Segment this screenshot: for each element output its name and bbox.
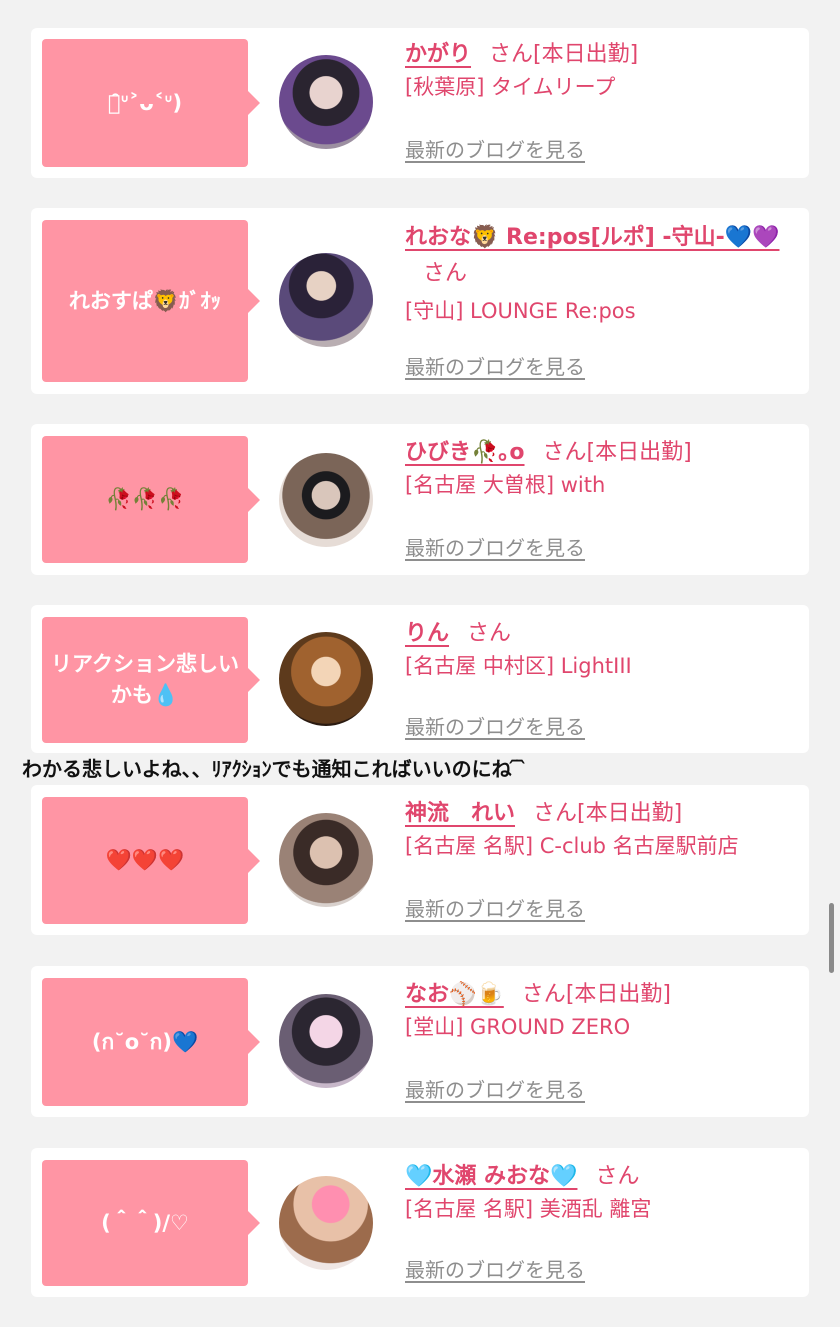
honorific: さん [423, 261, 468, 286]
blog-link[interactable]: 最新のブログを見る [405, 711, 585, 740]
shop-label: [名古屋 大曽根] with [405, 473, 606, 497]
overlay-comment: わかる悲しいよね、、ﾘｱｸｼｮﾝでも通知こればいいのにね ᷇ ᷆ [22, 757, 526, 781]
shop-label: [名古屋 中村区] LightIII [405, 654, 632, 678]
cast-card[interactable]: れおすぱ🦁ｶﾞｵｯ れおな🦁 Re:pos[ルポ] -守山-💙💜 さん [守山] … [31, 208, 809, 394]
avatar[interactable] [279, 813, 373, 907]
shop-label: [名古屋 名駅] 美酒乱 離宮 [405, 1197, 652, 1221]
blog-link[interactable]: 最新のブログを見る [405, 893, 585, 922]
status-badge: [本日出勤] [586, 440, 692, 465]
cast-card[interactable]: ❤️❤️❤️ 神流 れい さん[本日出勤] [名古屋 名駅] C-club 名古屋… [31, 785, 809, 935]
cast-name-link[interactable]: りん [405, 621, 449, 646]
honorific: さん [533, 801, 578, 826]
message-bubble: リアクション悲しいかも💧 [42, 617, 260, 743]
cast-card[interactable]: ﾛ̑ᐡ˃ᴗ˂ᐡ) かがり さん[本日出勤] [秋葉原] タイムリープ 最新のブログ… [31, 28, 809, 178]
shop-label: [名古屋 名駅] C-club 名古屋駅前店 [405, 834, 739, 858]
cast-card[interactable]: リアクション悲しいかも💧 りん さん [名古屋 中村区] LightIII 最新の… [31, 605, 809, 753]
message-bubble: 🥀🥀🥀 [42, 436, 260, 563]
shop-label: [秋葉原] タイムリープ [405, 75, 616, 99]
blog-link[interactable]: 最新のブログを見る [405, 134, 585, 163]
honorific: さん [521, 982, 566, 1007]
cast-name-link[interactable]: かがり [405, 42, 471, 67]
avatar[interactable] [279, 55, 373, 149]
message-bubble: (＾＾)/♡ [42, 1160, 260, 1286]
cast-name-link[interactable]: なお⚾️🍺 [405, 982, 504, 1007]
cast-name-link[interactable]: れおな🦁 Re:pos[ルポ] -守山-💙💜 [405, 225, 779, 250]
blog-link[interactable]: 最新のブログを見る [405, 532, 585, 561]
blog-link[interactable]: 最新のブログを見る [405, 1254, 585, 1283]
honorific: さん [467, 621, 512, 646]
avatar[interactable] [279, 632, 373, 726]
scrollbar-thumb[interactable] [829, 903, 834, 973]
message-bubble: ﾛ̑ᐡ˃ᴗ˂ᐡ) [42, 39, 260, 167]
message-bubble: れおすぱ🦁ｶﾞｵｯ [42, 220, 260, 382]
blog-link[interactable]: 最新のブログを見る [405, 1074, 585, 1103]
message-bubble: ❤️❤️❤️ [42, 797, 260, 924]
honorific: さん [595, 1164, 640, 1189]
status-badge: [本日出勤] [533, 42, 639, 67]
avatar[interactable] [279, 453, 373, 547]
cast-name-link[interactable]: ひびき🥀｡o [405, 440, 525, 465]
cast-name-link[interactable]: 🩵水瀬 みおな🩵 [405, 1164, 577, 1189]
cast-card[interactable]: (ก˘o˘ก)💙 なお⚾️🍺 さん[本日出勤] [堂山] GROUND ZERO … [31, 966, 809, 1117]
message-bubble: (ก˘o˘ก)💙 [42, 978, 260, 1106]
honorific: さん [489, 42, 534, 67]
avatar[interactable] [279, 1176, 373, 1270]
status-badge: [本日出勤] [577, 801, 683, 826]
avatar[interactable] [279, 994, 373, 1088]
honorific: さん [542, 440, 587, 465]
cast-name-link[interactable]: 神流 れい [405, 801, 515, 826]
blog-link[interactable]: 最新のブログを見る [405, 351, 585, 380]
avatar[interactable] [279, 253, 373, 347]
shop-label: [守山] LOUNGE Re:pos [405, 299, 636, 323]
cast-card[interactable]: (＾＾)/♡ 🩵水瀬 みおな🩵 さん [名古屋 名駅] 美酒乱 離宮 最新のブログ… [31, 1148, 809, 1297]
shop-label: [堂山] GROUND ZERO [405, 1015, 631, 1039]
cast-card[interactable]: 🥀🥀🥀 ひびき🥀｡o さん[本日出勤] [名古屋 大曽根] with 最新のブログ… [31, 424, 809, 575]
status-badge: [本日出勤] [565, 982, 671, 1007]
